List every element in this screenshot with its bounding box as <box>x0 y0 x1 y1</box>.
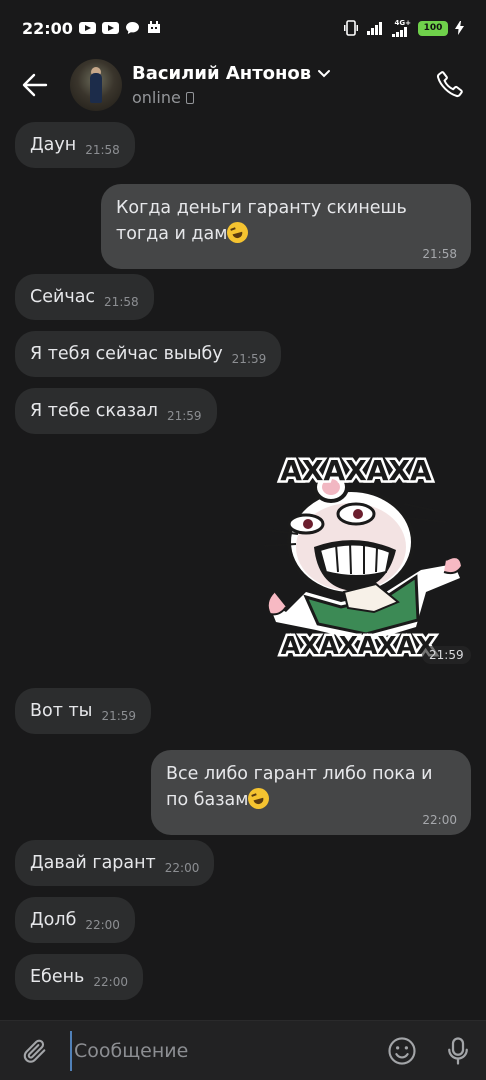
message-composer <box>0 1020 486 1080</box>
emoji-button[interactable] <box>374 1021 430 1080</box>
message-text: Все либо гарант либо пока и по базам <box>166 764 433 810</box>
back-button[interactable] <box>0 56 70 114</box>
game-icon <box>146 21 162 35</box>
charging-icon <box>455 21 464 35</box>
message-text: Вот ты <box>30 701 93 721</box>
message-incoming[interactable]: Я тебе сказал 21:59 <box>15 388 217 434</box>
sticker-text-top: АХАХАХА <box>280 454 432 487</box>
message-incoming[interactable]: Давай гарант 22:00 <box>15 840 215 886</box>
chat-bubble-icon <box>125 21 140 35</box>
message-text: Даун <box>30 135 77 155</box>
message-time: 21:59 <box>422 646 471 664</box>
message-text: Когда деньги гаранту скинешь тогда и дам <box>116 198 407 244</box>
signal-4g-icon: 4G+ <box>391 19 411 37</box>
signal-icon <box>366 21 384 35</box>
contact-info[interactable]: Василий Антонов online <box>132 63 331 107</box>
youtube-icon <box>78 22 96 34</box>
message-text: Сейчас <box>30 287 96 307</box>
message-incoming[interactable]: Даун 21:58 <box>15 122 135 168</box>
message-time: 21:58 <box>422 247 457 261</box>
call-button[interactable] <box>432 66 468 102</box>
attach-button[interactable] <box>0 1021 70 1080</box>
message-time: 22:00 <box>93 975 128 989</box>
message-time: 22:00 <box>422 813 457 827</box>
message-input[interactable] <box>70 1030 374 1071</box>
message-time: 21:59 <box>101 709 137 723</box>
youtube-icon <box>101 22 119 34</box>
contact-name[interactable]: Василий Антонов <box>132 63 331 84</box>
mobile-icon <box>185 91 194 104</box>
sticker-text-bottom: АХАХАХАХ <box>281 631 436 660</box>
message-incoming[interactable]: Долб 22:00 <box>15 897 135 943</box>
message-text: Я тебя сейчас выыбу <box>30 344 223 364</box>
contact-status: online <box>132 88 331 107</box>
smiley-icon <box>388 1036 416 1065</box>
message-text: Я тебе сказал <box>30 401 158 421</box>
sticker-body <box>263 471 464 642</box>
message-outgoing[interactable]: Все либо гарант либо пока и по базам 22:… <box>151 750 471 835</box>
paperclip-icon <box>23 1039 46 1063</box>
rofl-emoji-icon <box>248 788 270 809</box>
message-incoming[interactable]: Сейчас 21:58 <box>15 274 154 320</box>
microphone-icon <box>448 1036 468 1065</box>
message-time: 21:58 <box>85 143 120 157</box>
message-time: 21:58 <box>104 295 139 309</box>
message-incoming[interactable]: Я тебя сейчас выыбу 21:59 <box>15 331 282 377</box>
message-incoming[interactable]: Ебень 22:00 <box>15 954 143 1000</box>
chat-header: Василий Антонов online <box>0 56 486 114</box>
rofl-emoji-icon <box>227 222 249 243</box>
message-time: 21:59 <box>166 409 202 423</box>
message-text: Долб <box>30 910 77 930</box>
message-text: Ебень <box>30 967 85 987</box>
message-incoming[interactable]: Вот ты 21:59 <box>15 688 152 734</box>
battery-indicator: 100 <box>418 20 448 36</box>
message-list[interactable]: Даун 21:58 Когда деньги гаранту скинешь … <box>0 114 486 1020</box>
message-text: Давай гарант <box>30 853 156 873</box>
arrow-left-icon <box>22 73 48 97</box>
phone-icon <box>436 71 463 98</box>
vibrate-icon <box>343 20 359 36</box>
message-outgoing[interactable]: Когда деньги гаранту скинешь тогда и дам… <box>101 184 471 269</box>
sticker-laughing-rat[interactable]: АХАХАХА АХАХАХАХ <box>246 452 468 666</box>
message-time: 22:00 <box>85 918 120 932</box>
avatar[interactable] <box>70 59 122 111</box>
message-time: 21:59 <box>231 352 267 366</box>
microphone-button[interactable] <box>430 1021 486 1080</box>
message-time: 22:00 <box>164 861 200 875</box>
status-time: 22:00 <box>22 18 73 38</box>
chevron-down-icon <box>318 69 331 77</box>
status-bar: 22:00 4G+ 100 <box>0 0 486 56</box>
